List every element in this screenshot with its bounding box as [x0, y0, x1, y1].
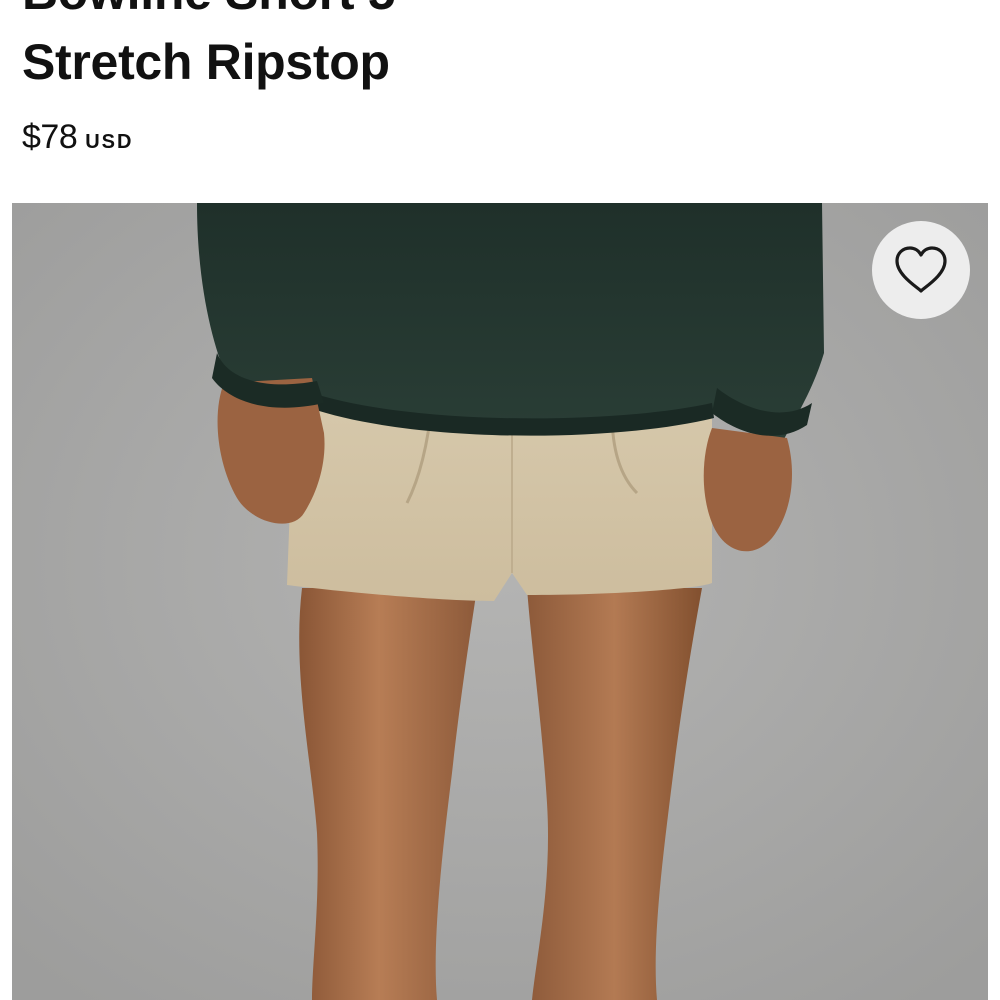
favorite-button[interactable]: [872, 221, 970, 319]
product-title-line-1: Bowline Short 5": [22, 0, 419, 17]
price-currency: USD: [85, 131, 134, 153]
heart-outline-icon: [895, 246, 947, 293]
price-amount: $78: [22, 118, 78, 156]
product-photo-illustration: [12, 203, 988, 1000]
product-page: Bowline Short 5" Stretch Ripstop $78 USD: [0, 0, 1000, 1000]
product-image[interactable]: [12, 203, 988, 1000]
product-price: $78 USD: [22, 118, 133, 157]
product-title-line-2: Stretch Ripstop: [22, 34, 390, 90]
